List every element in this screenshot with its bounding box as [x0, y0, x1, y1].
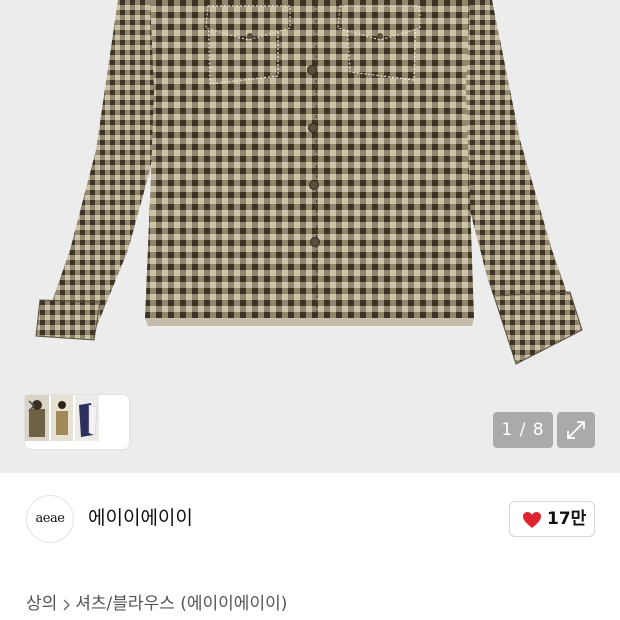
heart-icon: [523, 512, 541, 528]
brand-row: aeae 에이이에이이 17만: [0, 473, 620, 567]
chevron-right-icon[interactable]: [25, 395, 39, 417]
chevron-right-icon: [57, 591, 75, 617]
brand-name[interactable]: 에이이에이이: [88, 505, 193, 531]
brand-logo-text: aeae: [35, 511, 65, 526]
expand-arrows-icon: [567, 421, 585, 439]
brand-logo[interactable]: aeae: [26, 495, 74, 543]
expand-button[interactable]: [557, 412, 595, 448]
thumbnail-strip[interactable]: [25, 395, 129, 449]
like-count: 17만: [547, 509, 587, 529]
product-image-gallery[interactable]: 1 / 8: [0, 0, 620, 473]
image-counter: 1 / 8: [493, 412, 553, 448]
breadcrumb: 상의 셔츠/블라우스 (에이이에이이): [26, 591, 287, 617]
breadcrumb-item-shirts[interactable]: 셔츠/블라우스 (에이이에이이): [75, 591, 287, 617]
like-button[interactable]: 17만: [509, 501, 595, 537]
breadcrumb-item-top[interactable]: 상의: [26, 591, 57, 617]
